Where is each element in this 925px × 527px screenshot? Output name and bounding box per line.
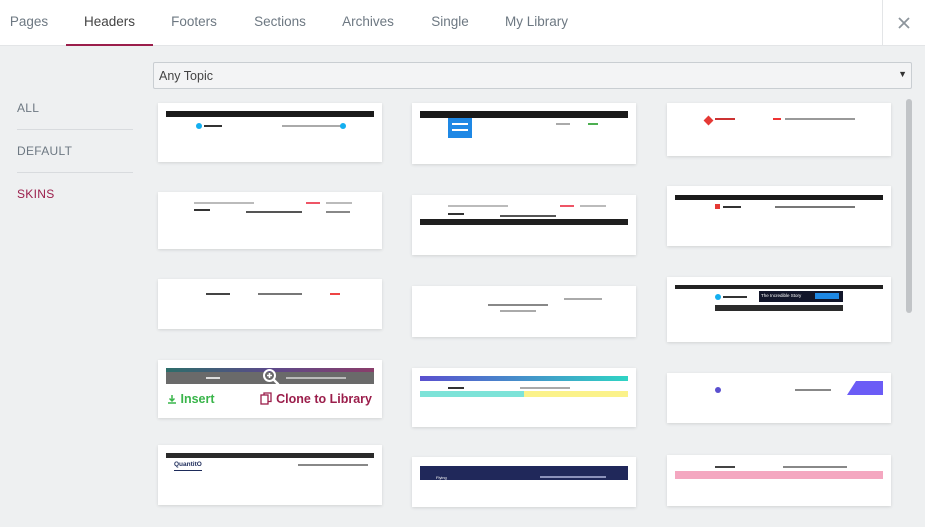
insert-button[interactable]: Insert — [167, 392, 215, 406]
tab-footers[interactable]: Footers — [160, 0, 228, 46]
sidebar-item-skins[interactable]: SKINS — [17, 187, 55, 201]
template-thumbnail — [166, 198, 374, 243]
template-thumbnail — [420, 292, 628, 331]
template-card[interactable] — [667, 455, 891, 506]
template-card[interactable] — [667, 103, 891, 156]
template-card-hovered[interactable]: Insert Clone to Library — [158, 360, 382, 418]
thumb-logo-text: Flying — [436, 475, 447, 480]
template-card[interactable] — [412, 195, 636, 255]
template-thumbnail: Flying — [420, 463, 628, 501]
template-thumbnail: QuantitO — [166, 451, 374, 499]
template-thumbnail — [675, 109, 883, 150]
template-card[interactable] — [667, 186, 891, 246]
template-thumbnail — [420, 109, 628, 158]
template-card[interactable]: Flying — [412, 457, 636, 507]
template-card[interactable] — [412, 368, 636, 427]
template-thumbnail — [420, 201, 628, 249]
template-card[interactable] — [158, 103, 382, 162]
template-card[interactable]: The Incredible Story — [667, 277, 891, 342]
tab-my-library[interactable]: My Library — [495, 0, 578, 46]
insert-label: Insert — [180, 392, 215, 406]
template-card[interactable] — [412, 103, 636, 164]
template-thumbnail — [420, 374, 628, 421]
clone-label: Clone to Library — [276, 392, 372, 406]
zoom-in-icon[interactable] — [262, 368, 280, 386]
tab-sections[interactable]: Sections — [244, 0, 316, 46]
template-card[interactable] — [158, 279, 382, 329]
template-card[interactable] — [412, 286, 636, 337]
template-type-tabs: Pages Headers Footers Sections Archives … — [0, 0, 925, 46]
tab-pages[interactable]: Pages — [0, 0, 58, 46]
topic-select[interactable]: Any Topic ▼ — [153, 62, 912, 89]
thumb-logo-text: QuantitO — [174, 461, 202, 468]
sidebar-item-all[interactable]: ALL — [17, 101, 39, 115]
template-thumbnail — [166, 285, 374, 323]
template-thumbnail — [675, 192, 883, 240]
template-thumbnail — [675, 461, 883, 500]
download-icon — [168, 395, 176, 404]
close-button[interactable] — [882, 0, 925, 46]
template-card[interactable] — [158, 192, 382, 249]
template-thumbnail — [675, 379, 883, 417]
sidebar-item-default[interactable]: DEFAULT — [17, 144, 72, 158]
thumb-banner-text: The Incredible Story — [761, 293, 802, 298]
sidebar-divider — [17, 172, 133, 173]
topic-select-value: Any Topic — [159, 69, 213, 83]
card-actions: Insert Clone to Library — [158, 388, 382, 412]
template-thumbnail: The Incredible Story — [675, 283, 883, 336]
tab-headers[interactable]: Headers — [66, 0, 153, 46]
template-card[interactable] — [667, 373, 891, 423]
chevron-down-icon: ▼ — [898, 69, 907, 79]
tab-single[interactable]: Single — [421, 0, 479, 46]
scrollbar-thumb[interactable] — [906, 99, 912, 313]
close-icon — [898, 17, 910, 29]
copy-icon — [260, 392, 272, 405]
template-thumbnail — [166, 109, 374, 156]
clone-to-library-button[interactable]: Clone to Library — [260, 392, 372, 406]
sidebar-divider — [17, 129, 133, 130]
tab-archives[interactable]: Archives — [332, 0, 404, 46]
template-card[interactable]: QuantitO — [158, 445, 382, 505]
